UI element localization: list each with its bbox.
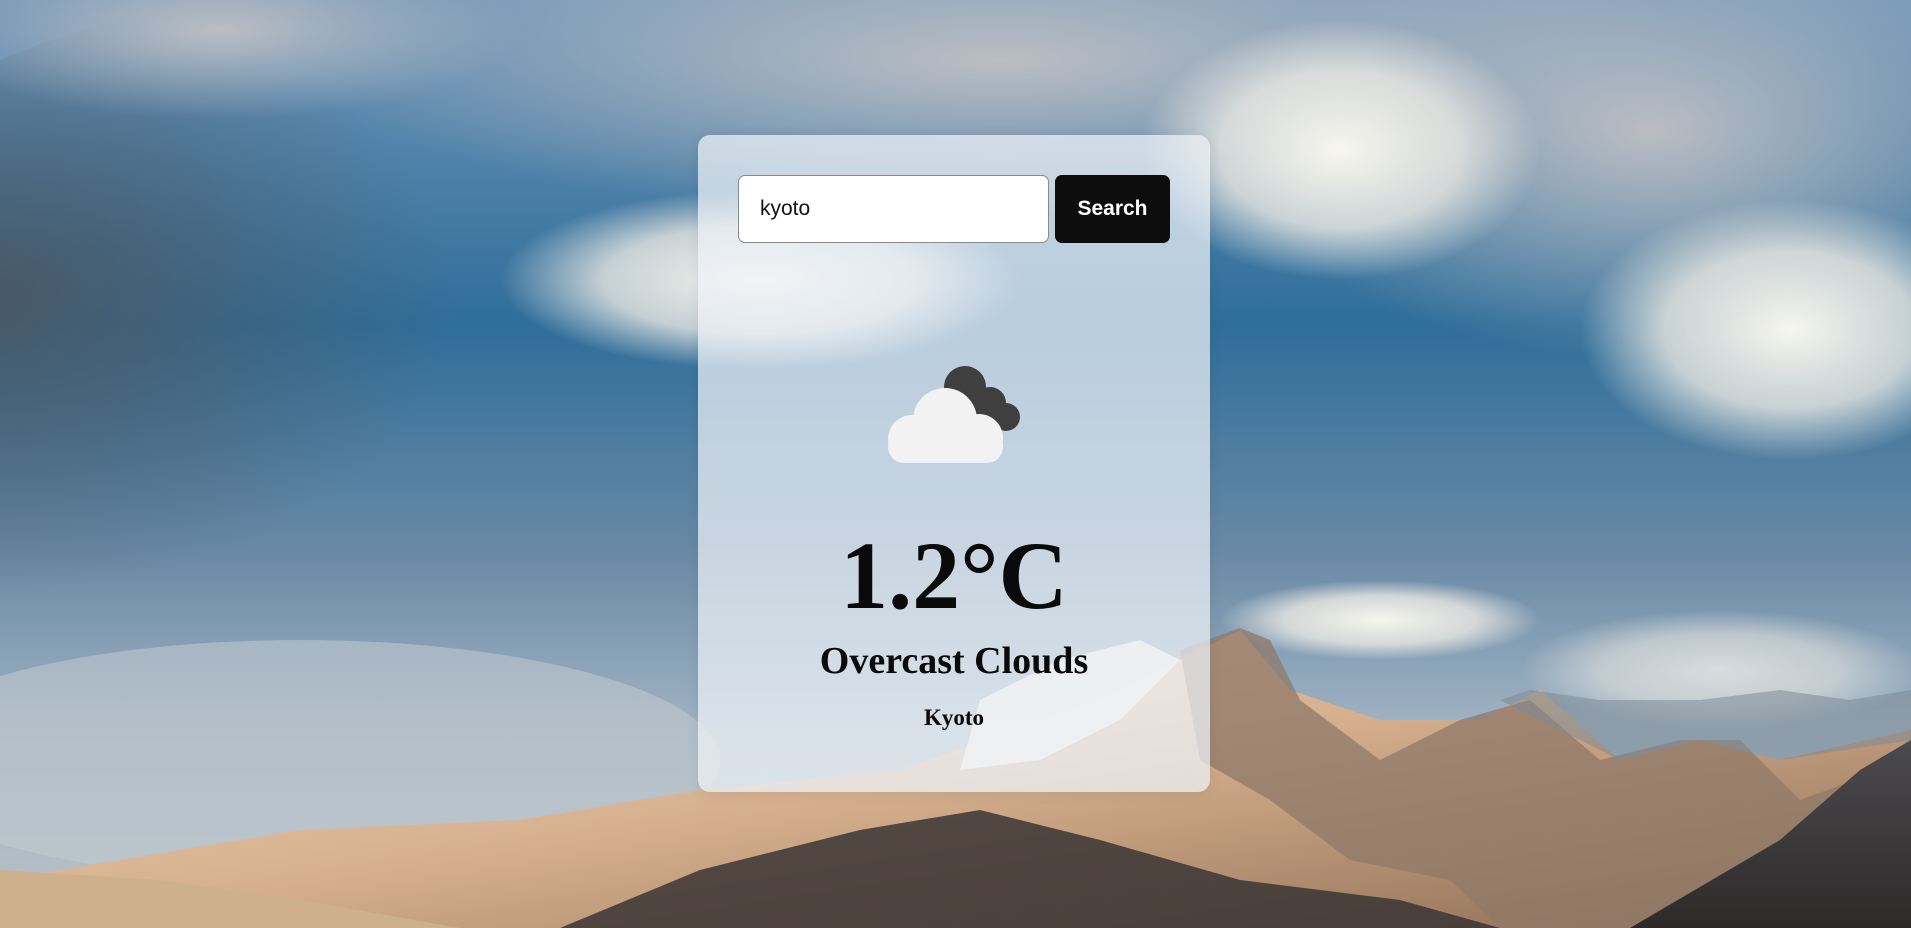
- search-button[interactable]: Search: [1055, 175, 1170, 243]
- weather-description: Overcast Clouds: [819, 640, 1089, 682]
- overcast-clouds-icon: [875, 360, 1035, 465]
- city-name: Kyoto: [923, 705, 985, 730]
- city-search-input[interactable]: [738, 175, 1049, 243]
- temperature-value: 1.2°C: [840, 522, 1068, 629]
- search-bar: Search: [738, 175, 1170, 243]
- weather-card: Search 1.2°C Overcast Clouds Kyoto: [698, 135, 1210, 792]
